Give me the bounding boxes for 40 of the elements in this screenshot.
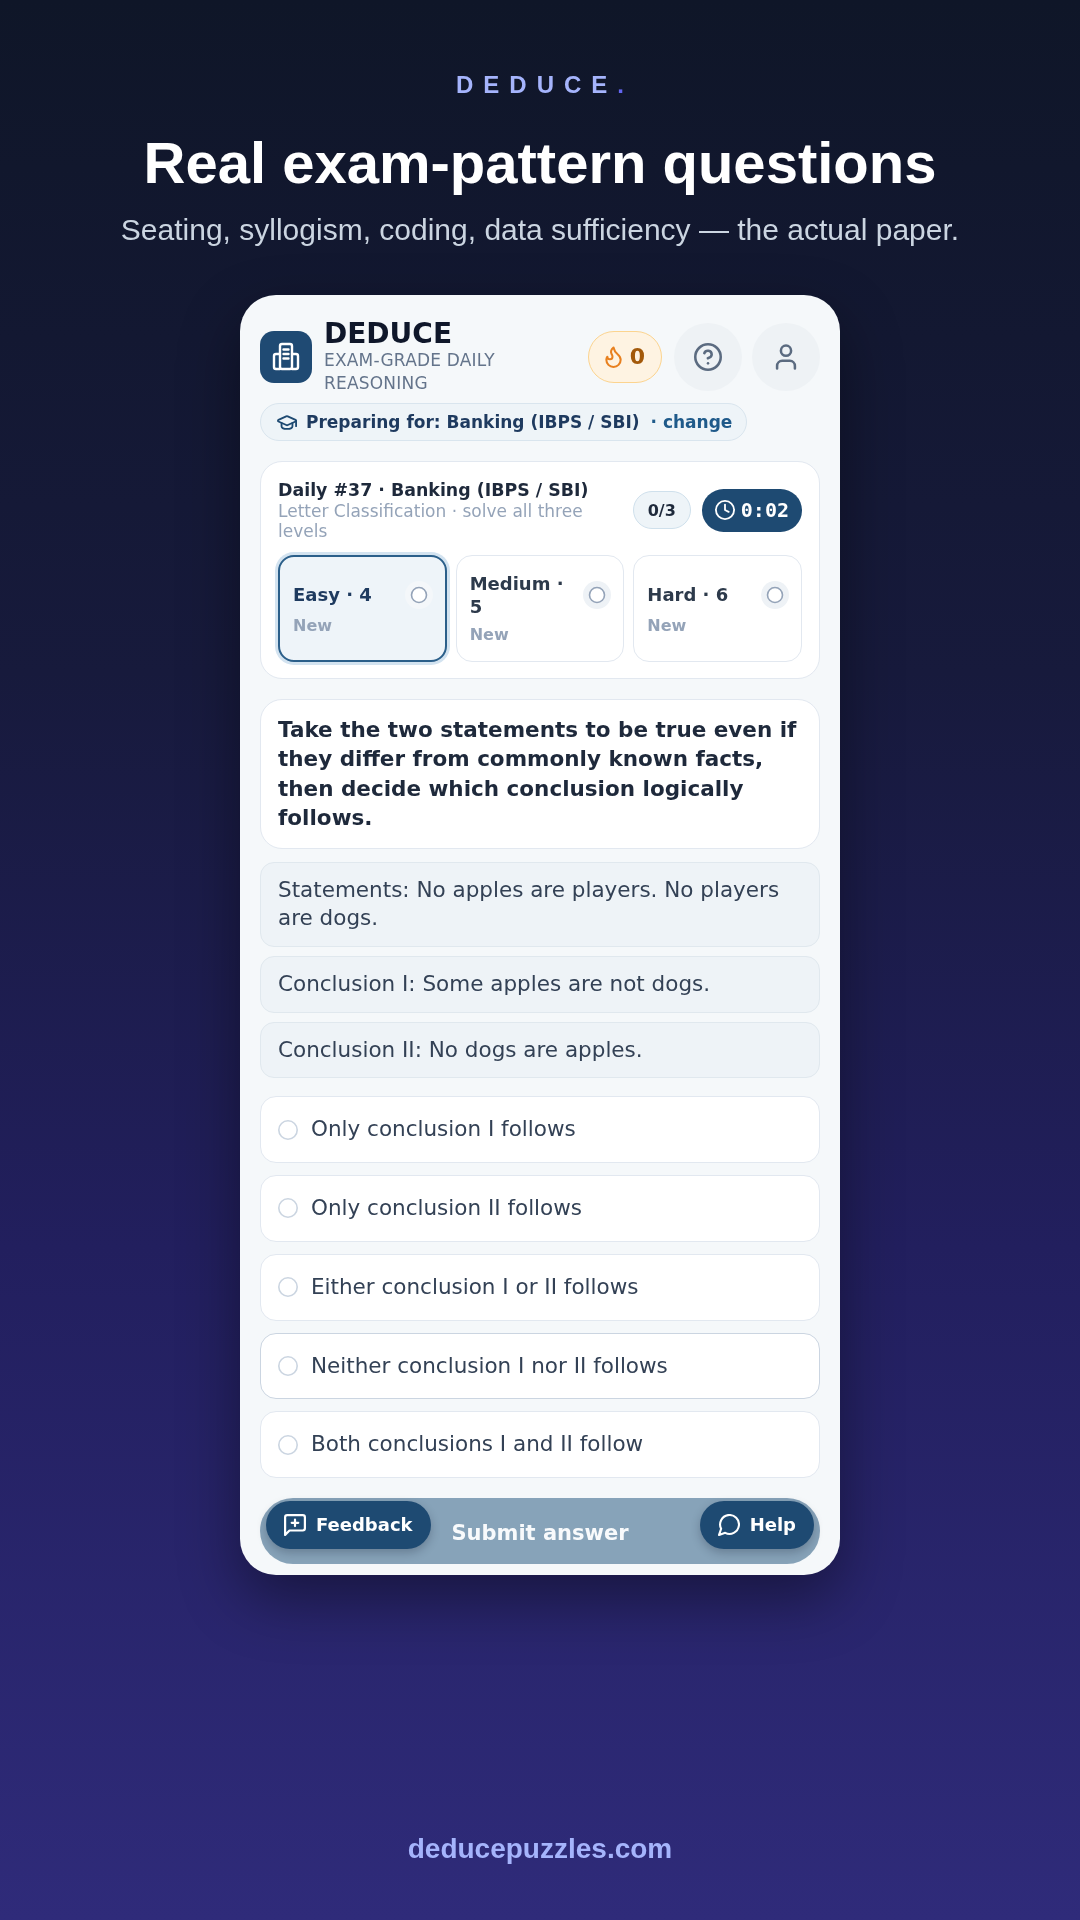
message-plus-icon <box>284 1513 306 1536</box>
change-link[interactable]: · change <box>650 412 733 432</box>
app-tagline: EXAM-GRADE DAILY REASONING <box>324 349 496 395</box>
building-icon <box>260 331 312 383</box>
daily-title: Daily #37 · Banking (IBPS / SBI) <box>278 479 590 501</box>
circle-icon <box>583 580 612 609</box>
answer-option[interactable]: Only conclusion I follows <box>260 1096 820 1164</box>
status-label: New <box>647 614 687 637</box>
level-tab[interactable]: Easy · 4 New <box>278 555 447 662</box>
brand-wordmark: DEDUCE. <box>455 70 634 100</box>
status-label: New <box>293 614 333 637</box>
status-label: New <box>469 623 509 646</box>
circle-icon <box>761 580 789 609</box>
chat-bubble-icon <box>717 1513 740 1536</box>
premise-panel: Statements: No apples are players. No players are dogs. <box>260 861 820 948</box>
question-prompt: Take the two statements to be true even if they differ from commonly known facts, then decide which conclusion logically follows. <box>278 716 798 833</box>
answer-option[interactable]: Both conclusions I and II follow <box>260 1411 820 1478</box>
feedback-button[interactable]: Feedback <box>266 1500 431 1549</box>
timer-text: 0:02 <box>740 498 789 522</box>
progress-badge: 0/3 <box>632 491 691 529</box>
graduation-cap-icon <box>277 414 297 430</box>
help-button[interactable]: Help <box>699 1500 814 1549</box>
circle-icon <box>404 580 433 609</box>
site-url: deducepuzzles.com <box>407 1832 673 1866</box>
streak-count: 0 <box>629 344 645 370</box>
headline: Real exam-pattern questions <box>143 129 937 197</box>
help-icon <box>694 343 722 371</box>
daily-subtitle: Letter Classification · solve all three levels <box>278 501 584 541</box>
subtitle: Seating, syllogism, coding, data sufficiency — the actual paper. <box>120 212 960 248</box>
premise-panel: Conclusion II: No dogs are apples. <box>260 1021 820 1079</box>
premise-panel: Conclusion I: Some apples are not dogs. <box>260 956 820 1013</box>
clock-icon <box>714 500 735 520</box>
exam-label: Preparing for: Banking (IBPS / SBI) <box>306 412 640 432</box>
answer-option[interactable]: Only conclusion II follows <box>260 1175 820 1242</box>
app-title: DEDUCE <box>324 319 454 349</box>
answer-option[interactable]: Either conclusion I or II follows <box>260 1253 820 1321</box>
level-tab[interactable]: Medium · 5 New <box>455 555 625 662</box>
level-tab[interactable]: Hard · 6 New <box>633 555 802 662</box>
answer-option[interactable]: Neither conclusion I nor II follows <box>260 1332 820 1400</box>
flame-icon <box>604 346 622 368</box>
